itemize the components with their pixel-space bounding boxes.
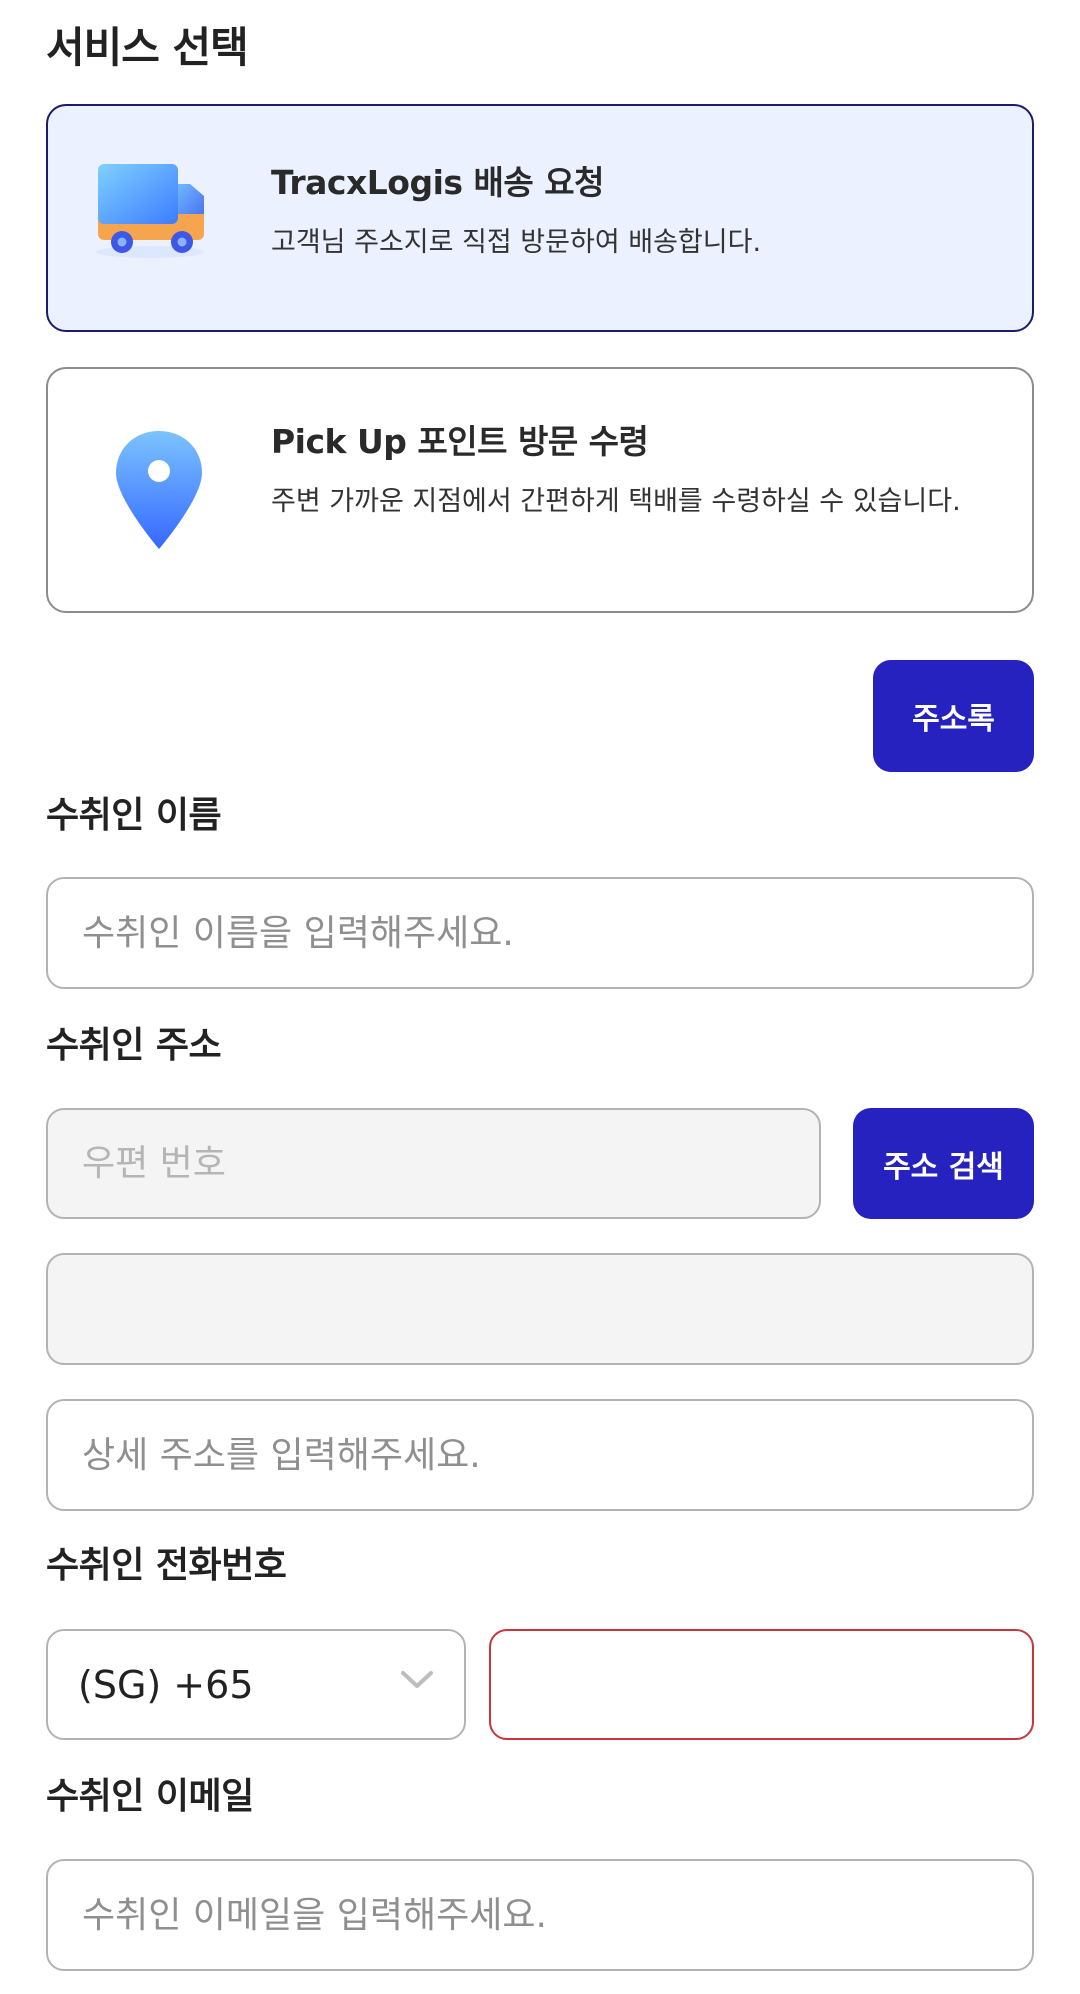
zip-code-input[interactable] [46, 1108, 821, 1219]
address-book-button[interactable]: 주소록 [873, 660, 1034, 772]
detail-address-input[interactable] [46, 1399, 1034, 1511]
recipient-address-label: 수취인 주소 [46, 1025, 222, 1066]
service-option-delivery[interactable]: TracxLogis 배송 요청 고객님 주소지로 직접 방문하여 배송합니다. [46, 104, 1034, 332]
service-option-title: Pick Up 포인트 방문 수령 [271, 422, 649, 461]
phone-number-input[interactable] [489, 1629, 1034, 1740]
recipient-phone-label: 수취인 전화번호 [46, 1545, 287, 1586]
map-pin-icon [114, 429, 204, 555]
section-title-service: 서비스 선택 [46, 23, 249, 72]
service-option-pickup[interactable]: Pick Up 포인트 방문 수령 주변 가까운 지점에서 간편하게 택배를 수… [46, 367, 1034, 613]
delivery-truck-icon [90, 160, 210, 264]
service-option-description: 주변 가까운 지점에서 간편하게 택배를 수령하실 수 있습니다. [271, 486, 961, 517]
recipient-name-label: 수취인 이름 [46, 795, 222, 836]
country-code-select[interactable]: (SG) +65 [46, 1629, 466, 1740]
recipient-email-input[interactable] [46, 1859, 1034, 1971]
service-option-description: 고객님 주소지로 직접 방문하여 배송합니다. [271, 227, 762, 258]
recipient-name-input[interactable] [46, 877, 1034, 989]
address-search-button[interactable]: 주소 검색 [853, 1108, 1034, 1219]
base-address-input[interactable] [46, 1253, 1034, 1365]
service-option-title: TracxLogis 배송 요청 [271, 163, 604, 202]
country-code-value: (SG) +65 [78, 1662, 254, 1707]
recipient-email-label: 수취인 이메일 [46, 1776, 254, 1817]
chevron-down-icon [400, 1669, 434, 1695]
